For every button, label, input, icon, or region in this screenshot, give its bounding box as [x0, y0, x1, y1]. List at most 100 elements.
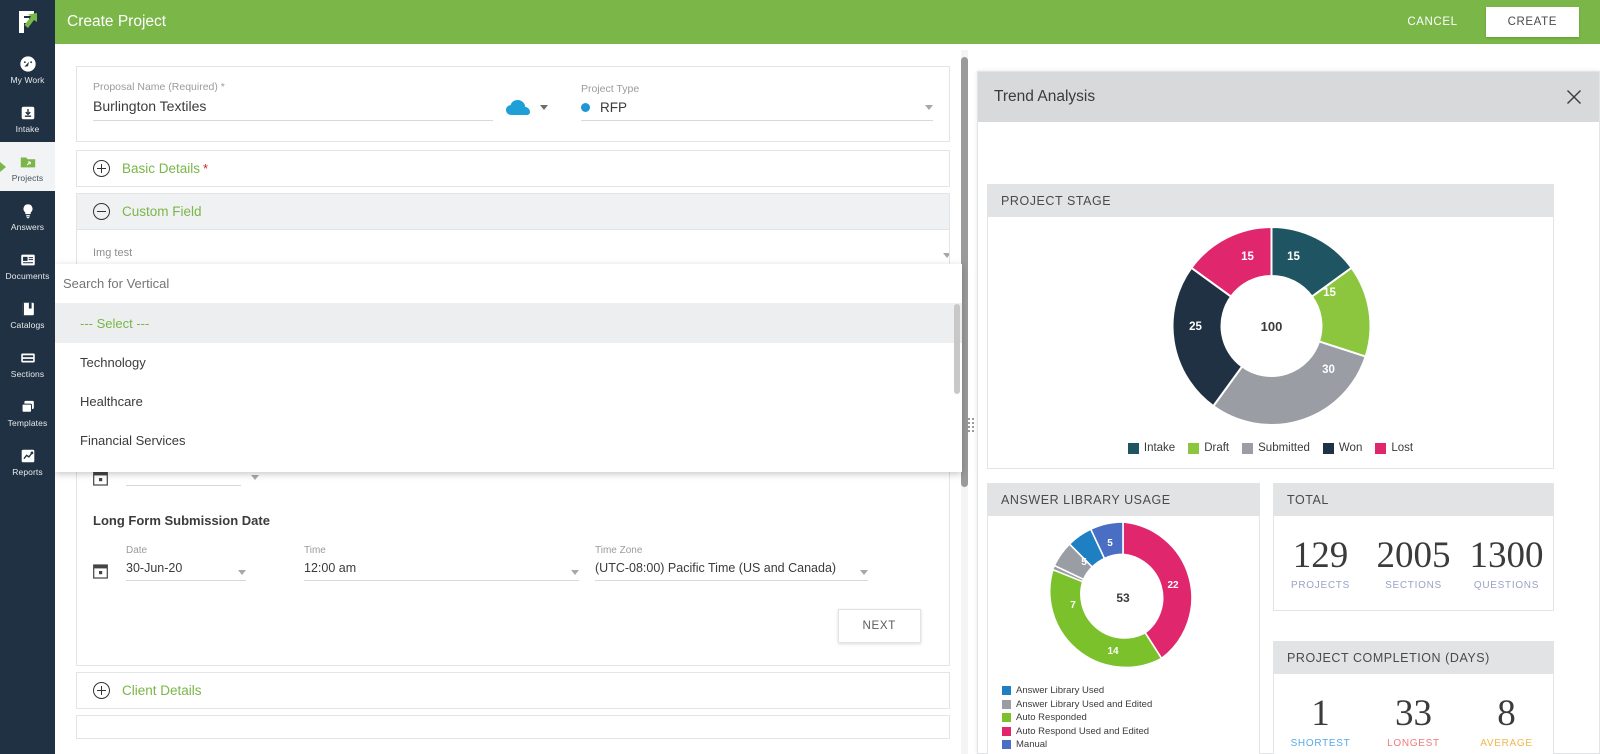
- project-stage-chart: 15 15 30 25 15 100 Intake Draft Submitte…: [988, 217, 1553, 469]
- trend-analysis-title: Trend Analysis: [994, 88, 1565, 106]
- slice-label-draft: 15: [1323, 287, 1336, 299]
- long-form-submission-label: Long Form Submission Date: [93, 513, 950, 528]
- proposal-card: Proposal Name (Required) * Project Type …: [76, 66, 950, 142]
- donut-center-label: 53: [1116, 591, 1130, 605]
- submission-timezone-value: (UTC-08:00) Pacific Time (US and Canada): [595, 561, 860, 575]
- dropdown-option-label: Financial Services: [80, 433, 186, 448]
- sidebar-item-templates[interactable]: Templates: [0, 387, 55, 436]
- section-client-details[interactable]: Client Details: [76, 672, 950, 709]
- form-scrollbar-thumb[interactable]: [961, 57, 968, 487]
- slice-label-intake: 15: [1287, 251, 1300, 263]
- cloud-selector[interactable]: [505, 99, 548, 116]
- sidebar-item-intake[interactable]: Intake: [0, 93, 55, 142]
- section-custom-field[interactable]: Custom Field: [76, 193, 950, 230]
- documents-icon: [19, 251, 37, 269]
- long-form-submission-group: Long Form Submission Date Date 30-Jun-20: [93, 513, 950, 581]
- dropdown-option-healthcare[interactable]: Healthcare: [55, 382, 962, 421]
- stat-value: 2005: [1377, 537, 1451, 576]
- stat-value: 8: [1497, 695, 1516, 734]
- sidebar-label: Projects: [12, 173, 44, 183]
- project-type-chevron-down-icon: [925, 105, 933, 110]
- project-type-select[interactable]: RFP: [581, 100, 933, 121]
- answer-library-donut: 22 14 7 5 5 53: [988, 516, 1259, 680]
- donut-center-label: 100: [1261, 319, 1283, 334]
- project-type-label: Project Type: [581, 83, 933, 95]
- stat-caption: SECTIONS: [1385, 580, 1442, 591]
- close-icon[interactable]: [1565, 88, 1583, 106]
- submission-timezone-select[interactable]: (UTC-08:00) Pacific Time (US and Canada): [595, 561, 868, 581]
- legend-item: Manual: [1002, 739, 1259, 750]
- total-title: TOTAL: [1274, 484, 1553, 516]
- cloud-chevron-down-icon: [540, 105, 548, 110]
- submission-time-select[interactable]: 12:00 am: [304, 561, 579, 581]
- stat-caption: QUESTIONS: [1474, 580, 1539, 591]
- submission-time-field[interactable]: Time 12:00 am: [304, 545, 579, 581]
- print-date-chevron-down-icon: [251, 475, 259, 480]
- proposal-name-input[interactable]: [93, 98, 493, 121]
- sidebar-item-catalogs[interactable]: Catalogs: [0, 289, 55, 338]
- create-button[interactable]: CREATE: [1486, 7, 1579, 37]
- slice-label-won: 25: [1189, 321, 1202, 333]
- collapse-minus-icon: [93, 203, 110, 220]
- slice-label-submitted: 30: [1322, 364, 1335, 376]
- templates-icon: [19, 398, 37, 416]
- stat-caption: LONGEST: [1387, 738, 1440, 749]
- dropdown-option-technology[interactable]: Technology: [55, 343, 962, 382]
- panel-resize-handle[interactable]: [968, 418, 975, 432]
- legend-item: Draft: [1188, 442, 1229, 454]
- lightbulb-icon: [19, 202, 37, 220]
- slice-label-manual: 5: [1107, 538, 1113, 549]
- sidebar-item-my-work[interactable]: My Work: [0, 44, 55, 93]
- sidebar-label: My Work: [10, 75, 44, 85]
- img-test-chevron-down-icon: [943, 253, 950, 258]
- cancel-button[interactable]: CANCEL: [1397, 8, 1467, 36]
- submission-date-field[interactable]: Date 30-Jun-20: [126, 545, 246, 581]
- legend-item: Answer Library Used: [1002, 685, 1259, 696]
- dropdown-option-label: --- Select ---: [80, 316, 149, 331]
- legend-item: Answer Library Used and Edited: [1002, 699, 1259, 710]
- sidebar-item-projects[interactable]: Projects: [0, 142, 55, 191]
- cloud-icon: [505, 99, 531, 116]
- project-type-dot-icon: [581, 103, 590, 112]
- dropdown-option-select[interactable]: --- Select ---: [55, 304, 962, 343]
- sidebar-item-documents[interactable]: Documents: [0, 240, 55, 289]
- submission-date-value: 30-Jun-20: [126, 561, 238, 575]
- trend-analysis-panel: Trend Analysis PROJECT STAGE: [977, 71, 1600, 754]
- create-project-screen: My Work Intake Projects Answers: [0, 0, 1600, 754]
- section-basic-details[interactable]: Basic Details *: [76, 150, 950, 187]
- stat-value: 1: [1311, 695, 1330, 734]
- stat-questions: 1300 QUESTIONS: [1460, 516, 1553, 612]
- stat-value: 1300: [1470, 537, 1544, 576]
- stat-sections: 2005 SECTIONS: [1367, 516, 1460, 612]
- sidebar-item-answers[interactable]: Answers: [0, 191, 55, 240]
- inbox-icon: [19, 104, 37, 122]
- drag-dots-icon: [968, 418, 975, 432]
- submission-timezone-field[interactable]: Time Zone (UTC-08:00) Pacific Time (US a…: [595, 545, 868, 581]
- dropdown-scrollbar[interactable]: [954, 304, 960, 394]
- project-completion-stats: 1 SHORTEST 33 LONGEST 8 AVERAGE: [1274, 674, 1553, 754]
- page-title: Create Project: [67, 13, 166, 31]
- img-test-label: Img test: [93, 247, 950, 259]
- print-date-control[interactable]: [93, 470, 950, 486]
- proposal-name-label: Proposal Name (Required) *: [93, 81, 493, 93]
- dropdown-option-financial-services[interactable]: Financial Services: [55, 421, 962, 460]
- sidebar-item-reports[interactable]: Reports: [0, 436, 55, 485]
- next-button[interactable]: NEXT: [838, 609, 921, 643]
- dashboard-icon: [19, 55, 37, 73]
- sidebar-label: Reports: [12, 467, 42, 477]
- search-input[interactable]: [55, 264, 962, 304]
- vertical-dropdown[interactable]: --- Select --- Technology Healthcare Fin…: [55, 264, 962, 472]
- section-next-partial[interactable]: [76, 715, 950, 739]
- print-date-value: [126, 485, 241, 486]
- section-custom-field-label: Custom Field: [122, 204, 202, 219]
- submission-date-label: Date: [126, 545, 246, 556]
- expand-plus-icon: [93, 682, 110, 699]
- stat-projects: 129 PROJECTS: [1274, 516, 1367, 612]
- brand-logo[interactable]: [0, 0, 55, 44]
- stat-shortest: 1 SHORTEST: [1274, 674, 1367, 754]
- submission-date-select[interactable]: 30-Jun-20: [126, 561, 246, 581]
- section-client-details-label: Client Details: [122, 683, 202, 698]
- project-type-value: RFP: [600, 100, 925, 115]
- sidebar-item-sections[interactable]: Sections: [0, 338, 55, 387]
- legend-item: Lost: [1375, 442, 1413, 454]
